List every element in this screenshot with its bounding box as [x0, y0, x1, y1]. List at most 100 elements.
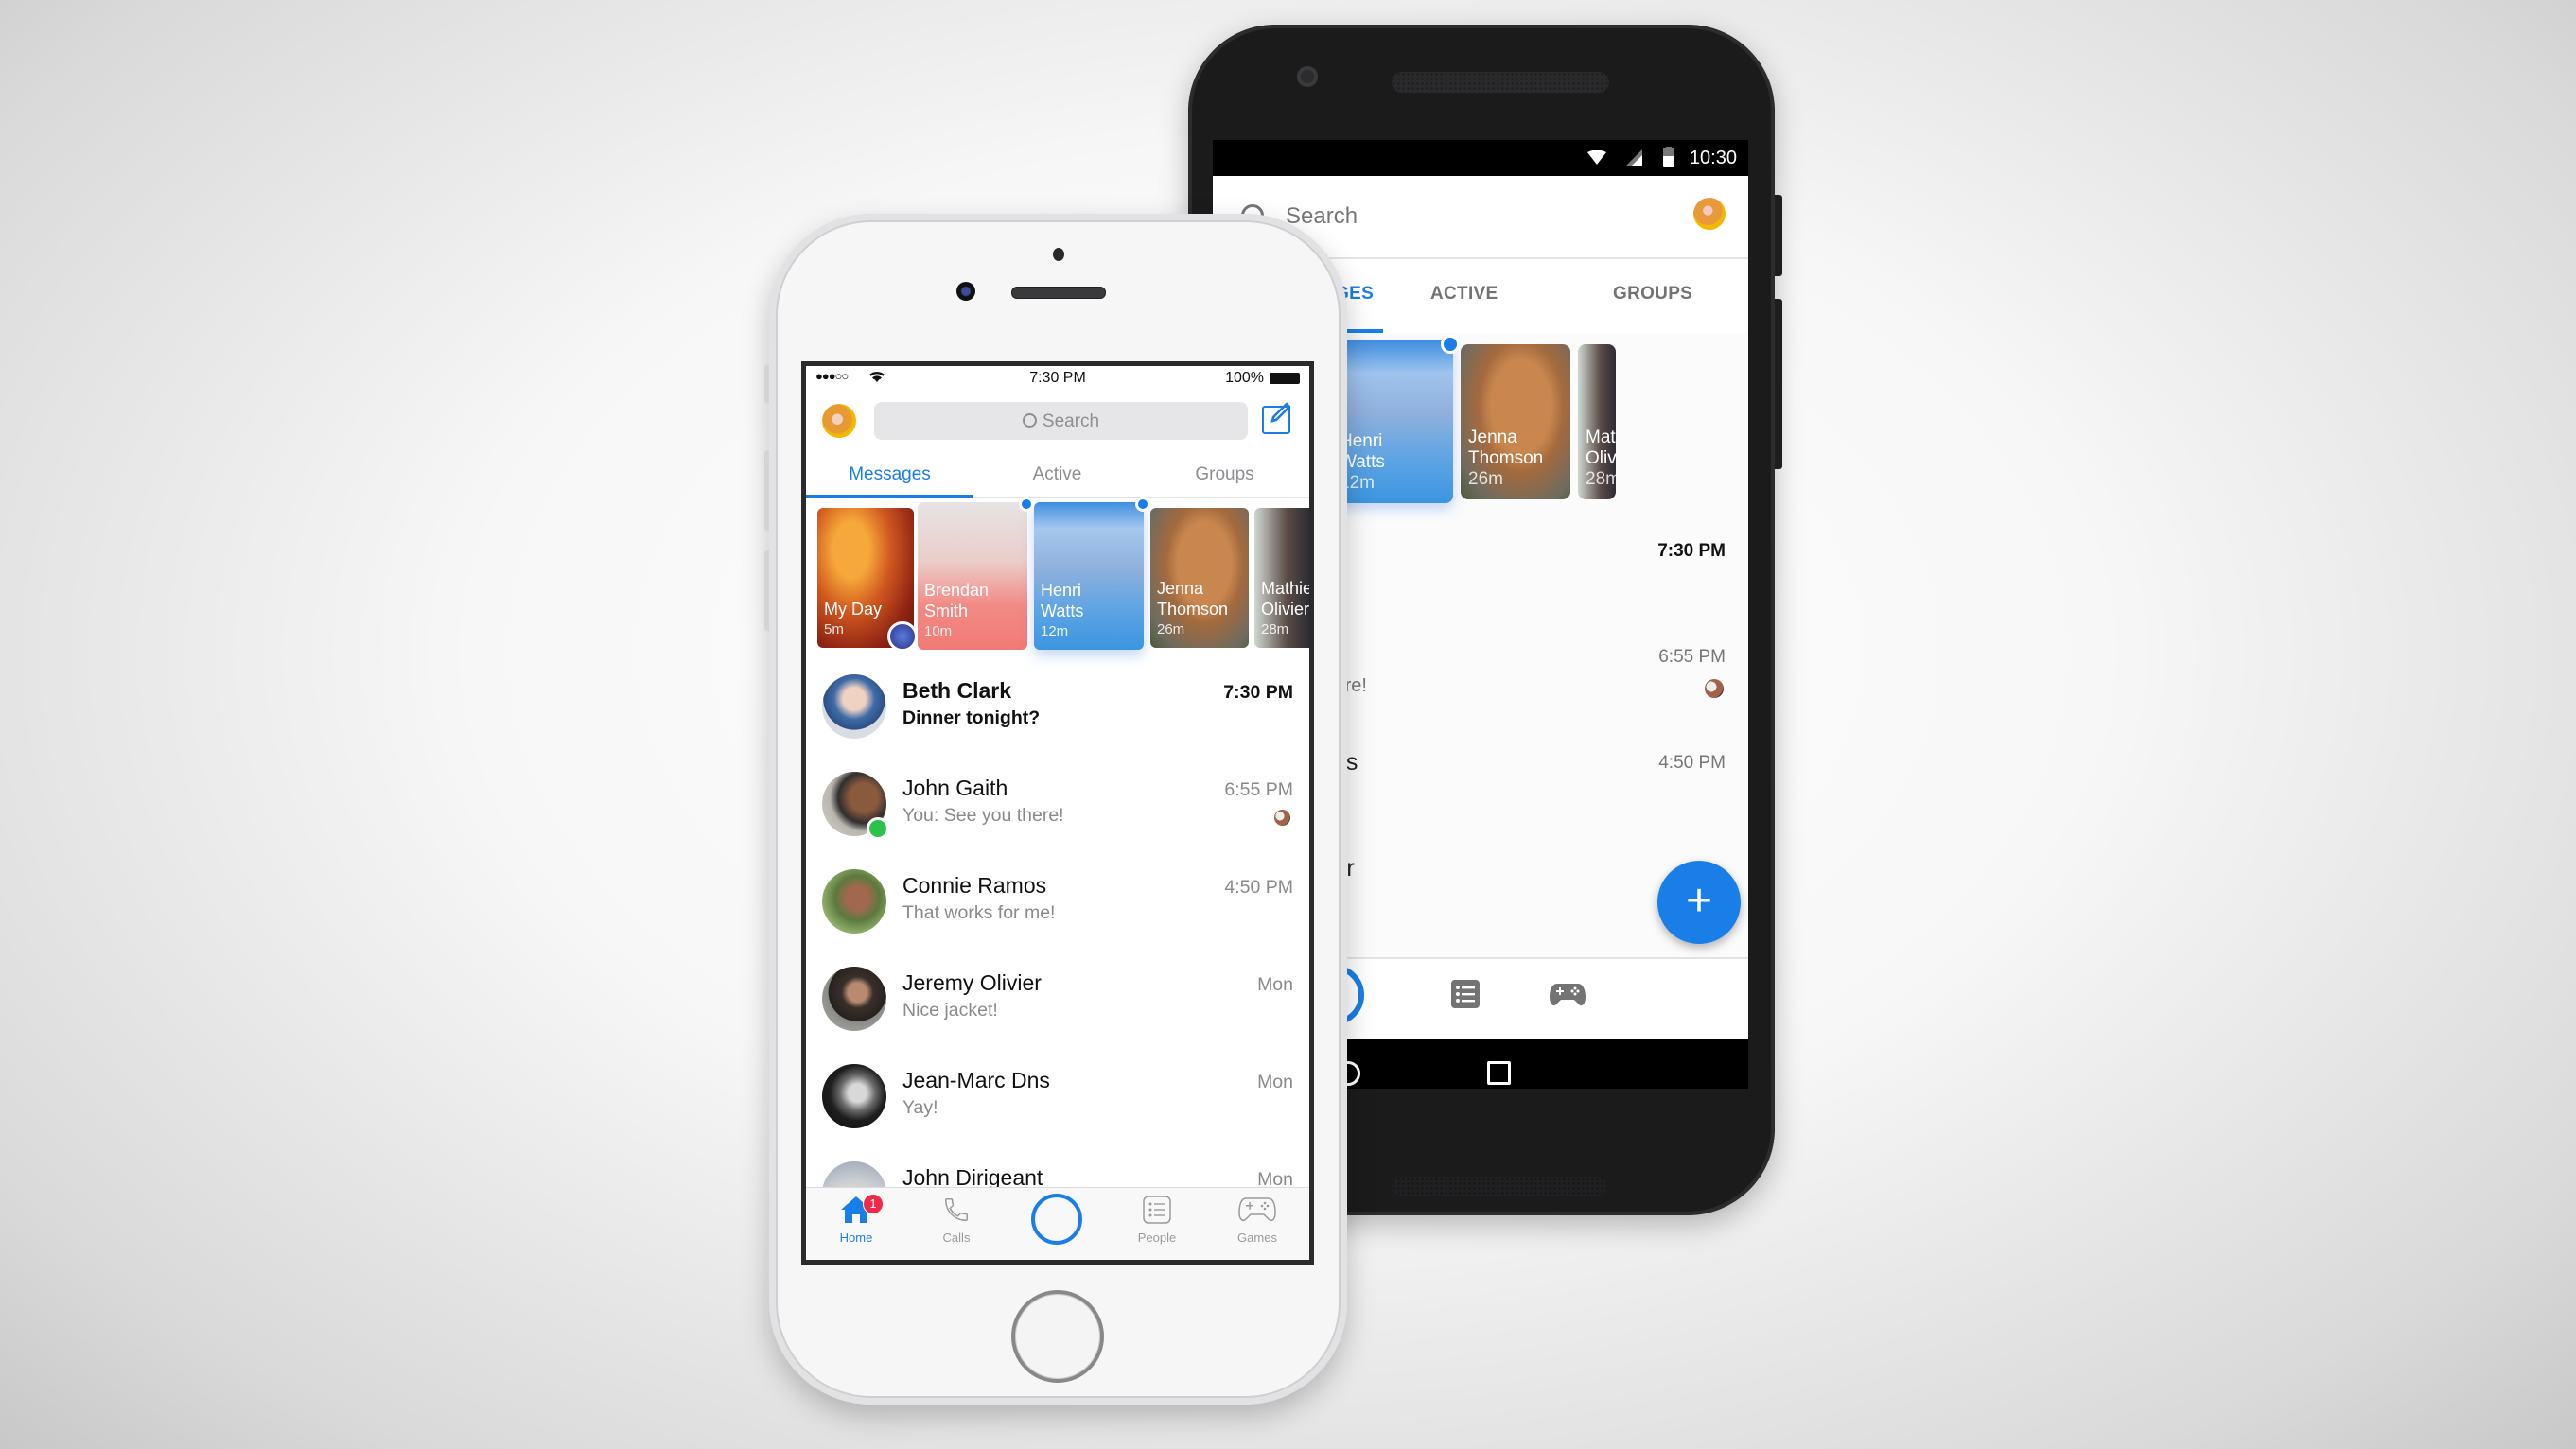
contact-avatar — [822, 967, 886, 1031]
conversation-row[interactable]: Beth Clark Dinner tonight? 7:30 PM — [806, 667, 1309, 764]
conversation-row[interactable]: Jeremy Olivier Nice jacket! Mon — [806, 959, 1309, 1056]
story-card[interactable]: Brendan Smith 10m — [918, 497, 1034, 650]
profile-avatar[interactable] — [1693, 198, 1726, 230]
seen-avatar — [1705, 679, 1724, 698]
calls-icon — [942, 1198, 971, 1228]
games-icon[interactable] — [1550, 982, 1586, 1013]
story-time: 28m — [1261, 621, 1289, 637]
ios-header: Search — [806, 393, 1309, 449]
message-time: 7:30 PM — [1223, 682, 1293, 703]
contact-avatar — [822, 674, 886, 739]
message-time: Mon — [1257, 974, 1293, 995]
tab-messages[interactable]: Messages — [806, 464, 973, 485]
story-time: 5m — [824, 621, 844, 637]
story-name: Brendan — [924, 581, 990, 600]
contact-name: Jean-Marc Dns — [902, 1068, 1050, 1092]
story-name: My Day — [824, 600, 883, 619]
message-preview: Dinner tonight? — [902, 707, 1041, 728]
new-message-fab[interactable]: + — [1657, 861, 1741, 944]
story-name: Olivier — [1586, 448, 1616, 468]
seen-avatar — [1274, 810, 1290, 826]
front-camera — [1297, 66, 1318, 87]
story-name: Mathieu — [1261, 579, 1309, 598]
tab-groups[interactable]: GROUPS — [1613, 284, 1692, 305]
search-placeholder: Search — [1042, 411, 1100, 431]
tab-games[interactable]: Games — [1207, 1196, 1307, 1245]
tab-active[interactable]: Active — [973, 464, 1141, 485]
new-story-dot — [1441, 335, 1460, 354]
tab-home[interactable]: 1 Home — [806, 1194, 906, 1245]
camera-ring-icon — [1031, 1194, 1082, 1245]
story-card[interactable]: Mathieu Olivier 28m — [1254, 508, 1309, 648]
battery-percent: 100% — [1225, 370, 1264, 386]
profile-avatar[interactable] — [822, 404, 856, 438]
contact-avatar — [822, 1064, 886, 1128]
tab-groups[interactable]: Groups — [1141, 464, 1308, 485]
message-preview: Nice jacket! — [902, 1000, 998, 1021]
conversation-row[interactable]: Connie Ramos That works for me! 4:50 PM — [806, 862, 1309, 959]
search-bar[interactable]: Search — [874, 402, 1248, 440]
story-name: Thomson — [1157, 600, 1229, 619]
status-time: 10:30 — [1689, 148, 1737, 168]
wifi-icon — [1587, 149, 1606, 171]
iphone-screen-bezel: ●●●○○ 7:30 PM 100% Search Messages Activ… — [801, 361, 1314, 1265]
recents-nav-button[interactable] — [1487, 1061, 1511, 1085]
people-icon[interactable] — [1451, 980, 1480, 1013]
message-preview: You: See you there! — [902, 805, 1064, 826]
contact-avatar — [822, 869, 886, 934]
story-card-my-day[interactable]: My Day 5m — [817, 508, 918, 652]
stories-row: My Day 5m Brendan Smith 10m Henri Watts 12m J… — [806, 497, 1309, 659]
story-name: Henri — [1041, 581, 1082, 600]
story-card[interactable]: Jenna Thomson 26m — [1461, 344, 1570, 499]
tab-active[interactable]: ACTIVE — [1430, 284, 1498, 305]
story-name: Olivier — [1261, 600, 1309, 619]
story-card[interactable]: Henri Watts 12m — [1332, 335, 1460, 503]
volume-button — [1775, 299, 1782, 469]
power-button — [1775, 195, 1782, 276]
mute-switch — [764, 365, 769, 403]
compose-icon[interactable] — [1262, 402, 1290, 434]
people-icon — [1143, 1196, 1171, 1228]
story-time: 10m — [924, 623, 953, 639]
story-card[interactable]: Jenna Thomson 26m — [1150, 508, 1249, 648]
proximity-sensor — [1053, 248, 1064, 261]
story-card[interactable]: Henri Watts 12m — [1034, 497, 1150, 650]
ios-status-bar: ●●●○○ 7:30 PM 100% — [806, 366, 1309, 393]
tab-label: People — [1137, 1231, 1177, 1245]
new-story-dot — [1135, 497, 1150, 512]
message-time: 7:30 PM — [1657, 541, 1726, 561]
contact-name: Beth Clark — [902, 678, 1012, 703]
conversation-row[interactable]: Jean-Marc Dns Yay! Mon — [806, 1056, 1309, 1154]
new-story-dot — [1019, 497, 1034, 512]
games-icon — [1238, 1197, 1276, 1228]
tab-calls[interactable]: Calls — [906, 1196, 1007, 1245]
tab-label: Home — [839, 1231, 873, 1245]
story-name: Jenna — [1468, 428, 1517, 447]
story-name: Mathieu — [1586, 428, 1616, 447]
story-name: Watts — [1041, 602, 1084, 620]
volume-down-button — [764, 550, 769, 631]
story-name: Thomson — [1468, 448, 1544, 468]
story-card[interactable]: MathieuOlivier28m — [1578, 344, 1616, 499]
iphone-screen: ●●●○○ 7:30 PM 100% Search Messages Activ… — [806, 366, 1309, 1260]
message-time: Mon — [1257, 1072, 1293, 1092]
search-placeholder: Search — [1286, 203, 1358, 229]
volume-up-button — [764, 450, 769, 531]
tab-bar: Messages Active Groups — [806, 449, 1309, 498]
story-time: 26m — [1157, 621, 1185, 637]
active-tab-indicator — [806, 495, 973, 498]
story-time: 26m — [1468, 469, 1503, 489]
story-time: 28m — [1586, 469, 1616, 489]
message-preview: That works for me! — [902, 902, 1056, 923]
message-time: 6:55 PM — [1658, 647, 1726, 667]
conversation-row[interactable]: John Gaith You: See you there! 6:55 PM — [806, 764, 1309, 862]
earpiece-speaker — [1392, 72, 1609, 93]
home-button[interactable] — [1011, 1290, 1104, 1383]
earpiece-speaker — [1011, 287, 1106, 299]
home-icon — [840, 1196, 872, 1228]
contact-name: John Gaith — [902, 776, 1008, 800]
camera-button[interactable] — [1007, 1194, 1107, 1249]
message-time: 6:55 PM — [1224, 779, 1293, 800]
online-indicator — [867, 817, 889, 840]
tab-people[interactable]: People — [1107, 1196, 1207, 1245]
